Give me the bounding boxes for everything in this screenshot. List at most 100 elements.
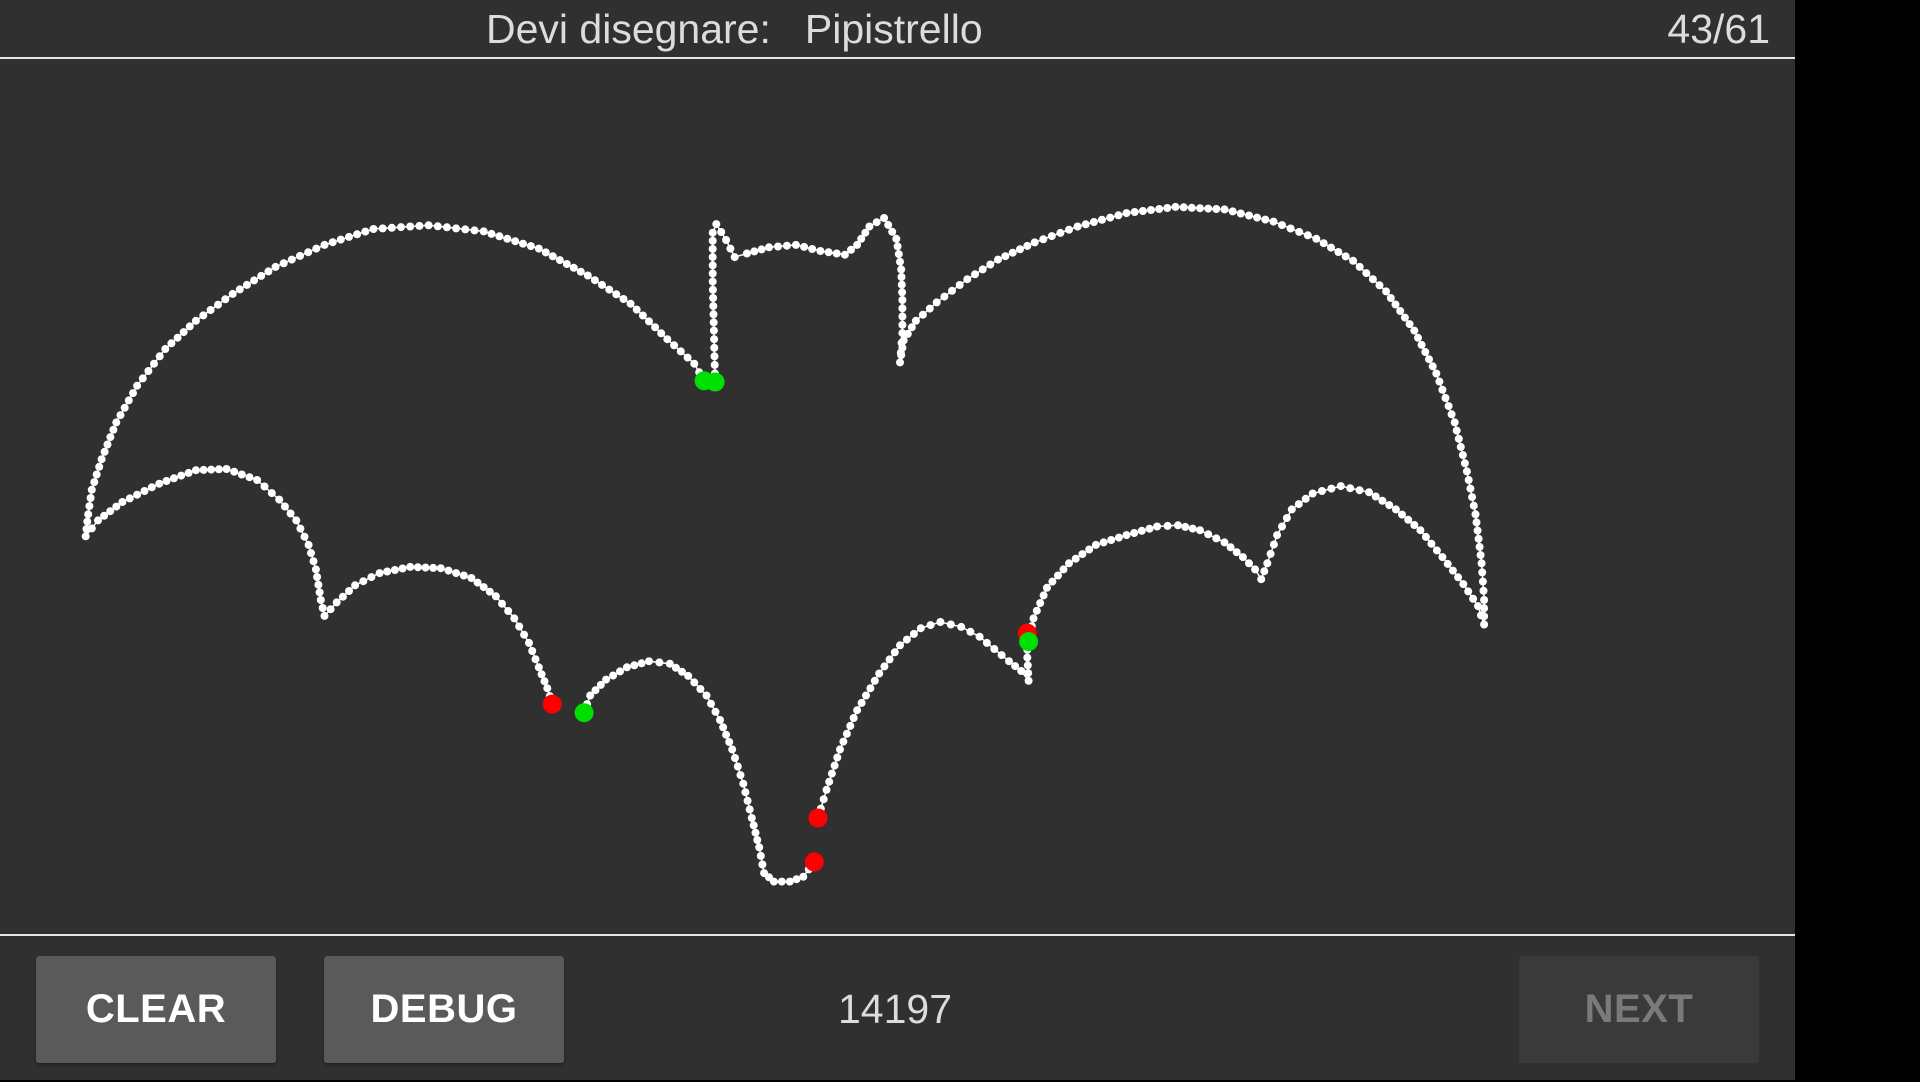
stroke-line: [84, 224, 705, 705]
stroke-point: [309, 557, 318, 566]
stroke-point: [655, 658, 664, 667]
stroke-point: [1405, 320, 1414, 329]
stroke-point: [709, 326, 718, 335]
stroke-point: [1228, 207, 1237, 216]
stroke-point: [345, 232, 353, 241]
stroke-point: [1428, 362, 1437, 371]
stroke-point: [707, 699, 715, 708]
stroke-point: [598, 280, 606, 289]
stroke-point: [150, 359, 158, 368]
stroke-point: [1474, 534, 1483, 543]
stroke-point: [825, 777, 834, 786]
stroke-point: [1078, 550, 1087, 559]
clear-button[interactable]: CLEAR: [36, 956, 276, 1063]
stroke-point: [897, 273, 906, 281]
stroke-point: [253, 476, 262, 484]
stroke-point: [872, 218, 881, 227]
stroke-point: [498, 599, 506, 608]
stroke-point: [280, 502, 289, 511]
stroke-point: [1236, 209, 1245, 218]
stroke-point: [81, 532, 90, 541]
stroke-point: [569, 263, 578, 272]
stroke-point: [733, 762, 742, 771]
stroke-point: [511, 237, 520, 246]
bat-drawing[interactable]: [0, 59, 1795, 935]
stroke-point: [1462, 467, 1471, 476]
stroke-point: [925, 304, 934, 313]
stroke-point: [1257, 575, 1266, 584]
debug-button[interactable]: DEBUG: [324, 956, 564, 1063]
stroke-point: [1371, 492, 1380, 501]
stroke-point: [1030, 238, 1039, 247]
stroke-point: [504, 607, 513, 615]
stroke-point: [1334, 248, 1343, 256]
stroke-end-marker: [542, 694, 562, 714]
stroke-point: [957, 622, 966, 631]
stroke-point: [708, 245, 717, 253]
stroke-point: [609, 671, 618, 680]
stroke-point: [260, 482, 269, 491]
stroke-point: [1107, 536, 1116, 544]
stroke-point: [528, 647, 537, 655]
stroke-point: [316, 596, 325, 604]
stroke-point: [1417, 340, 1426, 349]
stroke-point: [199, 465, 208, 474]
stroke-point: [133, 381, 142, 390]
stroke-point: [1479, 586, 1488, 595]
stroke-point: [619, 295, 628, 303]
stroke-point: [1054, 571, 1062, 580]
stroke-point: [1266, 549, 1275, 558]
stroke-point: [808, 245, 817, 253]
stroke-point: [133, 490, 142, 499]
stroke-point: [1362, 269, 1371, 278]
stroke-point: [710, 343, 719, 352]
stroke-point: [708, 285, 717, 294]
stroke-point: [1294, 500, 1303, 509]
stroke-point: [179, 328, 188, 337]
stroke-point: [926, 621, 935, 630]
stroke-point: [138, 374, 147, 383]
stroke-point: [436, 564, 445, 573]
stroke-point: [1414, 333, 1422, 342]
stroke-point: [708, 269, 717, 278]
stroke-point: [1378, 496, 1387, 505]
stroke-point: [90, 478, 99, 487]
stroke-point: [711, 707, 720, 716]
stroke-point: [690, 359, 699, 368]
stroke-point: [1179, 203, 1188, 212]
stroke-point: [1416, 526, 1425, 535]
stroke-point: [827, 769, 836, 778]
stroke-point: [1458, 451, 1467, 460]
stroke-point: [1471, 510, 1480, 519]
stroke-point: [125, 494, 134, 503]
stroke-point: [683, 353, 692, 362]
stroke-point: [184, 468, 193, 477]
stroke-point: [1089, 218, 1098, 226]
stroke-point: [717, 228, 726, 236]
stroke-point: [630, 661, 639, 670]
stroke-point: [1355, 486, 1364, 495]
stroke-point: [1163, 521, 1172, 530]
next-button[interactable]: NEXT: [1519, 956, 1759, 1063]
stroke-point: [1312, 234, 1321, 243]
stroke-point: [387, 223, 396, 232]
stroke-point: [1181, 522, 1190, 531]
stroke-point: [1204, 204, 1213, 213]
stroke-point: [1410, 521, 1419, 529]
stroke-point: [470, 226, 479, 235]
stroke-point: [731, 754, 739, 762]
drawing-canvas[interactable]: [0, 59, 1795, 935]
stroke-point: [185, 322, 194, 331]
stroke-point: [1130, 529, 1139, 537]
stroke-point: [1398, 510, 1406, 519]
stroke-point: [257, 271, 266, 280]
stroke-point: [1386, 294, 1395, 302]
stroke-point: [237, 470, 246, 479]
stroke-point: [966, 627, 975, 636]
stroke-point: [1251, 565, 1260, 574]
prompt-label: Devi disegnare:: [486, 6, 771, 52]
stroke-point: [510, 614, 519, 623]
stroke-point: [626, 299, 635, 308]
stroke-point: [1039, 235, 1048, 244]
stroke-start-marker: [705, 372, 725, 392]
